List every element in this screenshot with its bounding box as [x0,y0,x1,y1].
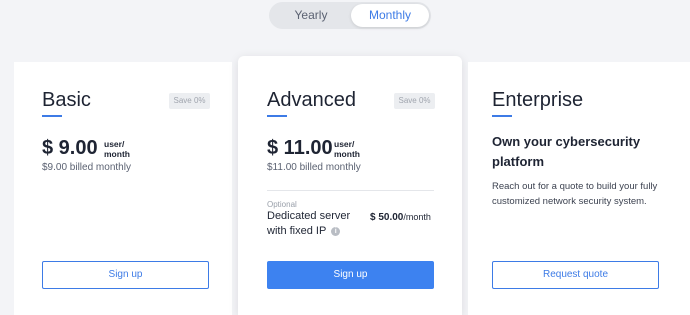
price-unit-line2: month [104,149,130,159]
billing-toggle: Yearly Monthly [269,2,431,29]
toggle-yearly[interactable]: Yearly [271,4,351,27]
addon-price-period: /month [403,212,431,222]
save-badge: Save 0% [169,93,210,109]
price-unit: user/ month [104,139,130,159]
plan-card-advanced: Advanced Save 0% $ 11.00 user/ month $11… [238,56,462,315]
plan-name-underline [492,115,512,117]
plan-card-basic: Basic Save 0% $ 9.00 user/ month $9.00 b… [14,62,232,315]
optional-label: Optional [267,200,297,209]
sign-up-button[interactable]: Sign up [267,261,434,289]
plan-name: Enterprise [492,89,584,111]
plan-name-underline [42,115,62,117]
addon-description: Dedicated server with fixed IP i [267,209,367,239]
price-unit-line1: user/ [104,139,125,149]
sign-up-button[interactable]: Sign up [42,261,209,289]
price-unit: user/ month [334,139,360,159]
plan-name: Advanced [267,89,356,111]
addon-price: $ 50.00/month [370,212,431,223]
plan-price: $ 9.00 [42,137,98,159]
plan-name: Basic [42,89,91,111]
plan-name-underline [267,115,287,117]
price-unit-line2: month [334,149,360,159]
billed-text: $11.00 billed monthly [267,162,361,173]
save-badge: Save 0% [394,93,435,109]
enterprise-description: Reach out for a quote to build your full… [492,181,658,207]
info-icon[interactable]: i [331,226,341,236]
toggle-monthly[interactable]: Monthly [351,4,429,27]
billed-text: $9.00 billed monthly [42,162,131,173]
addon-price-value: $ 50.00 [370,212,404,223]
price-unit-line1: user/ [334,139,355,149]
enterprise-headline: Own your cybersecurity platform [492,134,641,169]
plan-price: $ 11.00 [267,137,333,159]
divider [267,190,434,191]
request-quote-button[interactable]: Request quote [492,261,659,289]
plan-card-enterprise: Enterprise Own your cybersecurity platfo… [468,62,690,315]
